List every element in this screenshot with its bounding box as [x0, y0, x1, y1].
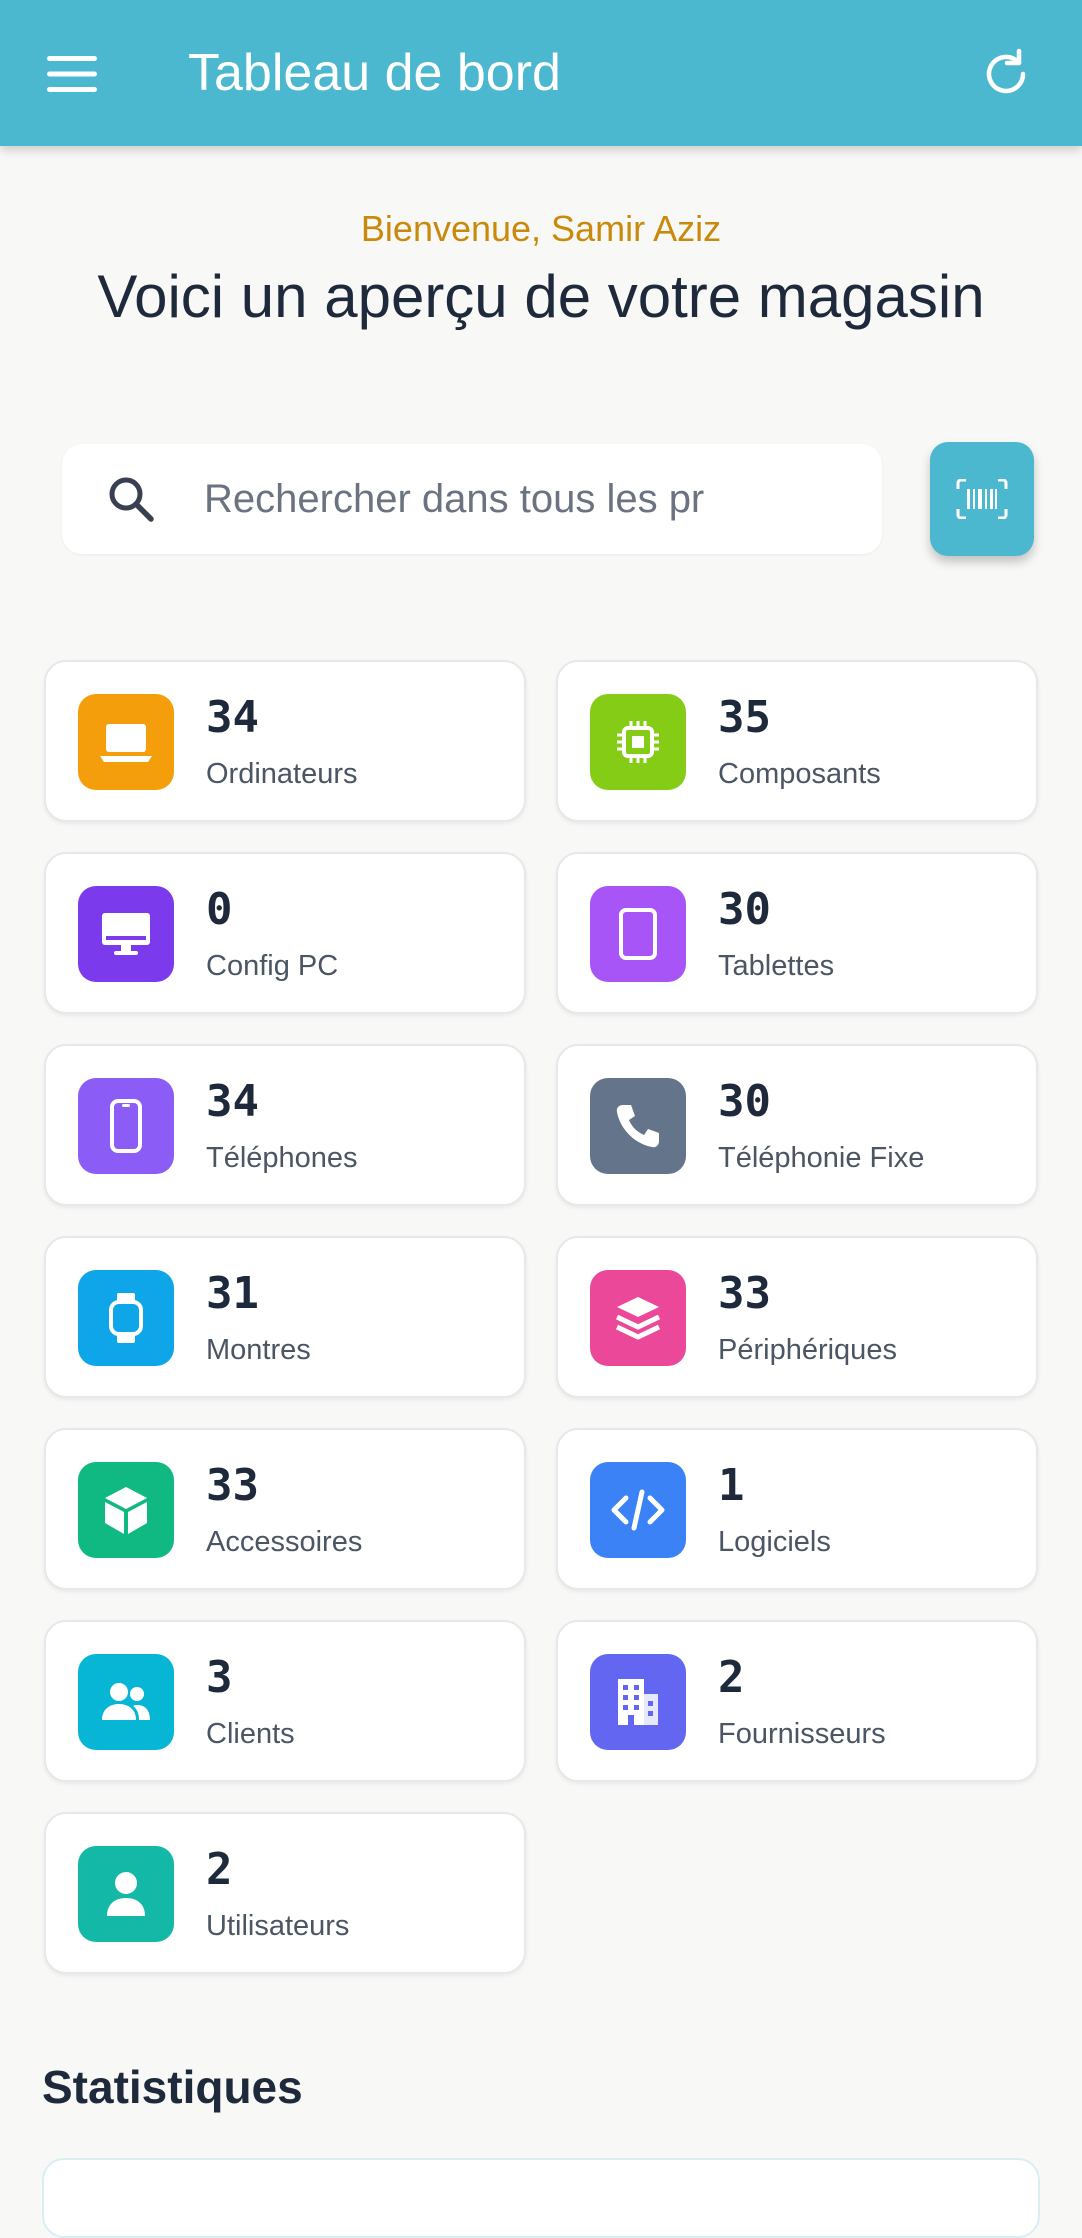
- card-count: 30: [718, 1076, 771, 1127]
- card-count: 2: [206, 1844, 233, 1895]
- card-count: 30: [718, 884, 771, 935]
- layers-icon: [590, 1270, 686, 1366]
- card-label: Composants: [718, 758, 881, 790]
- welcome-text: Bienvenue, Samir Aziz: [360, 208, 722, 249]
- stats-heading: Statistiques: [42, 2061, 303, 2113]
- card-label: Clients: [206, 1718, 295, 1750]
- barcode-scan-button[interactable]: [930, 442, 1034, 556]
- code-icon: [590, 1462, 686, 1558]
- card-fournisseurs[interactable]: 2 Fournisseurs: [556, 1620, 1038, 1782]
- card-label: Montres: [206, 1334, 311, 1366]
- tablet-icon: [590, 886, 686, 982]
- card-count: 34: [206, 692, 259, 743]
- card-logiciels[interactable]: 1 Logiciels: [556, 1428, 1038, 1590]
- search-icon: [109, 477, 154, 522]
- card-count: 31: [206, 1268, 259, 1319]
- users-icon: [78, 1654, 174, 1750]
- card-count: 33: [718, 1268, 771, 1319]
- card-composants[interactable]: 35 Composants: [556, 660, 1038, 822]
- refresh-icon: [986, 48, 1026, 94]
- phone-icon: [590, 1078, 686, 1174]
- card-count: 33: [206, 1460, 259, 1511]
- card-tablettes[interactable]: 30 Tablettes: [556, 852, 1038, 1014]
- building-icon: [590, 1654, 686, 1750]
- card-count: 35: [718, 692, 771, 743]
- card-label: Ordinateurs: [206, 758, 358, 790]
- card-count: 34: [206, 1076, 259, 1127]
- card-peripheriques[interactable]: 33 Périphériques: [556, 1236, 1038, 1398]
- search-box: [62, 444, 882, 554]
- card-label: Tablettes: [718, 950, 835, 982]
- page-title: Tableau de bord: [188, 44, 561, 102]
- menu-icon: [47, 56, 97, 92]
- card-label: Accessoires: [206, 1526, 363, 1558]
- card-label: Téléphones: [206, 1142, 358, 1174]
- card-ordinateurs[interactable]: 34 Ordinateurs: [44, 660, 526, 822]
- search-input[interactable]: [204, 464, 794, 534]
- smartphone-icon: [78, 1078, 174, 1174]
- card-accessoires[interactable]: 33 Accessoires: [44, 1428, 526, 1590]
- laptop-icon: [78, 694, 174, 790]
- card-label: Fournisseurs: [718, 1718, 886, 1750]
- card-count: 2: [718, 1652, 745, 1703]
- app-bar: Tableau de bord: [0, 0, 1082, 146]
- card-count: 1: [718, 1460, 745, 1511]
- box-icon: [78, 1462, 174, 1558]
- card-label: Périphériques: [718, 1334, 897, 1366]
- card-telephones[interactable]: 34 Téléphones: [44, 1044, 526, 1206]
- card-count: 0: [206, 884, 233, 935]
- menu-button[interactable]: [44, 46, 100, 102]
- card-count: 3: [206, 1652, 233, 1703]
- card-utilisateurs[interactable]: 2 Utilisateurs: [44, 1812, 526, 1974]
- user-icon: [78, 1846, 174, 1942]
- card-clients[interactable]: 3 Clients: [44, 1620, 526, 1782]
- barcode-scan-icon: [956, 479, 1008, 519]
- refresh-button[interactable]: [974, 42, 1038, 106]
- card-label: Config PC: [206, 950, 339, 982]
- card-label: Téléphonie Fixe: [718, 1142, 925, 1174]
- chip-icon: [590, 694, 686, 790]
- card-label: Logiciels: [718, 1526, 831, 1558]
- card-telephonie-fixe[interactable]: 30 Téléphonie Fixe: [556, 1044, 1038, 1206]
- watch-icon: [78, 1270, 174, 1366]
- card-montres[interactable]: 31 Montres: [44, 1236, 526, 1398]
- overview-heading: Voici un aperçu de votre magasin: [97, 263, 985, 330]
- card-config-pc[interactable]: 0 Config PC: [44, 852, 526, 1014]
- card-label: Utilisateurs: [206, 1910, 350, 1942]
- desktop-icon: [78, 886, 174, 982]
- stats-card: [42, 2158, 1040, 2238]
